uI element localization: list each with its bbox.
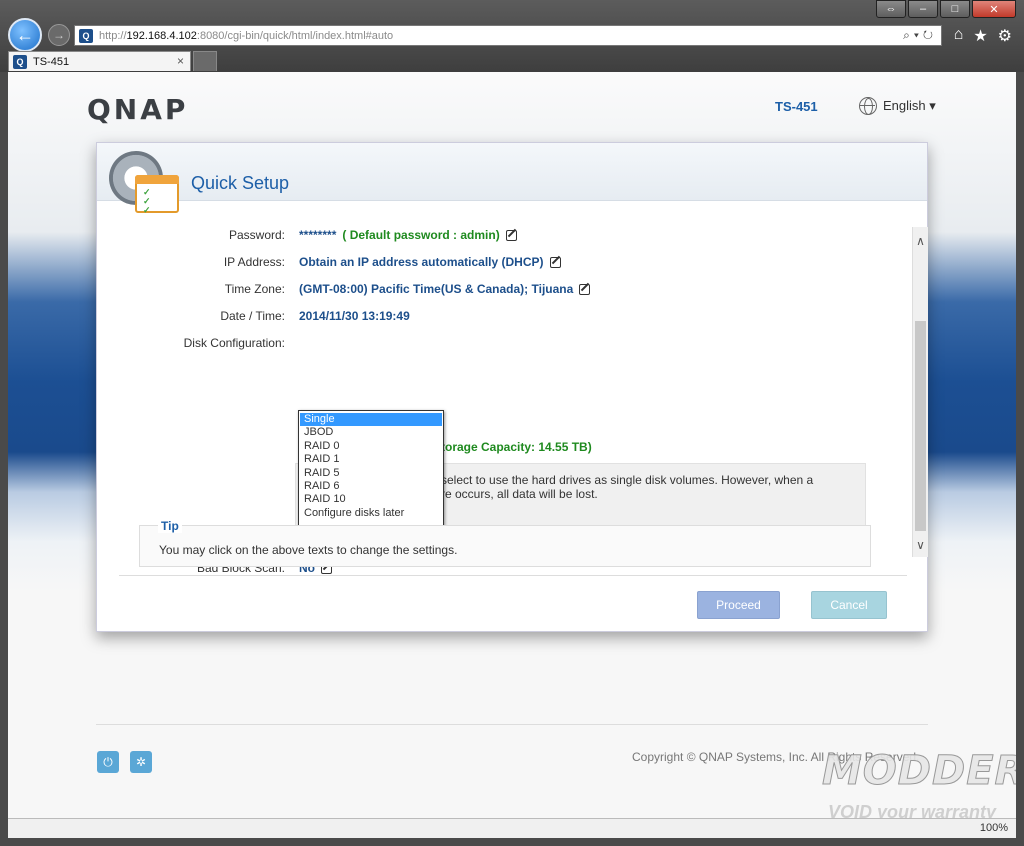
time-zone-row: Time Zone: (GMT-08:00) Pacific Time(US &… [97,279,912,299]
new-tab-button[interactable] [193,51,217,71]
date-time-row: Date / Time: 2014/11/30 13:19:49 [97,306,912,326]
time-zone-label: Time Zone: [224,282,285,296]
disk-option-raid-0[interactable]: RAID 0 [300,440,442,453]
zoom-level[interactable]: 100% [980,822,1008,834]
password-masked[interactable]: ******** [299,228,336,242]
proceed-button[interactable]: Proceed [697,591,780,619]
ip-address-label: IP Address: [223,255,285,269]
browser-toolbar-icons: ⌂ ★ ⚙ [954,26,1012,46]
watermark-logo: MODDERS [821,748,1016,795]
tab-favicon-icon: Q [13,54,27,69]
browser-chrome: ⇔ – □ ✕ ← → Q http://192.168.4.102:8080/… [0,0,1024,72]
password-row: Password: ******** ( Default password : … [97,225,912,245]
edit-icon[interactable] [549,256,561,268]
url-scheme: http:// [99,29,127,42]
footer-divider [96,724,928,725]
browser-status-bar: 100% [8,818,1016,838]
quick-setup-dialog: ✓ ✓ ✓ Quick Setup Password: ******** ( D… [96,142,928,632]
disk-option-raid-10[interactable]: RAID 10 [300,493,442,506]
disk-option-raid-1[interactable]: RAID 1 [300,453,442,466]
address-bar[interactable]: Q http://192.168.4.102:8080/cgi-bin/quic… [74,25,942,46]
scrollbar-thumb[interactable] [915,321,926,531]
window-controls: ⇔ – □ ✕ [876,0,1016,18]
url-text: http://192.168.4.102:8080/cgi-bin/quick/… [99,30,393,42]
url-rest: :8080/cgi-bin/quick/html/index.html#auto [196,29,394,42]
cancel-button[interactable]: Cancel [811,591,887,619]
disk-configuration-label: Disk Configuration: [183,336,285,350]
disk-option-jbod[interactable]: JBOD [300,426,442,439]
language-selector[interactable]: English ▾ [859,97,936,115]
favorites-star-icon[interactable]: ★ [973,26,987,46]
tab-title: TS-451 [33,55,70,68]
ip-address-value[interactable]: Obtain an IP address automatically (DHCP… [299,255,561,269]
minimize-button[interactable]: – [908,0,938,18]
disk-option-configure-later[interactable]: Configure disks later [300,507,442,520]
scroll-up-icon[interactable]: ∧ [913,231,928,251]
forward-button[interactable]: → [48,24,70,46]
dialog-header: ✓ ✓ ✓ Quick Setup [97,143,927,215]
default-password-note: ( Default password : admin) [342,228,500,242]
disk-option-raid-5[interactable]: RAID 5 [300,467,442,480]
scroll-down-icon[interactable]: ∨ [913,535,928,555]
storage-capacity-text: torage Capacity: 14.55 TB) [441,440,592,454]
watermark-tagline: VOID your warranty [828,802,997,818]
tip-title: Tip [158,519,182,533]
url-host: 192.168.4.102 [126,29,197,42]
nas-model: TS-451 [775,99,818,114]
back-button[interactable]: ← [8,18,42,52]
checklist-clipboard-icon: ✓ ✓ ✓ [135,175,179,215]
ip-address-row: IP Address: Obtain an IP address automat… [97,252,912,272]
password-value[interactable]: ******** ( Default password : admin) [299,228,517,242]
home-icon[interactable]: ⌂ [954,26,964,46]
dialog-divider [119,575,907,576]
language-label: English ▾ [883,98,936,113]
settings-panel: Password: ******** ( Default password : … [97,225,912,575]
disk-option-raid-6[interactable]: RAID 6 [300,480,442,493]
disk-configuration-dropdown[interactable]: Single JBOD RAID 0 RAID 1 RAID 5 RAID 6 … [298,410,444,527]
disk-info-line-1: select to use the hard drives as single … [441,473,814,487]
tab-close-icon[interactable]: × [177,54,184,68]
ip-address-text[interactable]: Obtain an IP address automatically (DHCP… [299,255,544,269]
maximize-button[interactable]: □ [940,0,970,18]
disk-option-single[interactable]: Single [300,413,442,427]
qnap-logo: QNAP [87,93,189,126]
search-refresh-icons[interactable]: ⌕▾↻ [903,28,937,43]
dialog-scrollbar[interactable]: ∧ ∨ [912,227,928,557]
date-time-value[interactable]: 2014/11/30 13:19:49 [299,309,410,323]
globe-icon [859,97,877,115]
check-icon: ✓ [143,205,151,215]
settings-icon[interactable]: ✲ [130,751,152,773]
disk-info-line-2: re occurs, all data will be lost. [441,487,598,501]
password-label: Password: [228,228,285,242]
tip-text: You may click on the above texts to chan… [159,543,458,557]
dialog-title: Quick Setup [191,173,290,193]
disk-configuration-row: Disk Configuration: [97,333,912,353]
page-viewport: QNAP TS-451 English ▾ ✓ ✓ ✓ Quick Setup … [8,72,1016,818]
close-window-button[interactable]: ✕ [972,0,1016,18]
restore-size-icon[interactable]: ⇔ [876,0,906,18]
tools-gear-icon[interactable]: ⚙ [998,26,1012,46]
qnap-favicon-icon: Q [79,28,93,43]
browser-tab[interactable]: Q TS-451 × [8,51,191,71]
time-zone-value[interactable]: (GMT-08:00) Pacific Time(US & Canada); T… [299,282,591,296]
time-zone-text[interactable]: (GMT-08:00) Pacific Time(US & Canada); T… [299,282,573,296]
edit-icon[interactable] [505,229,517,241]
date-time-label: Date / Time: [220,309,285,323]
power-icon[interactable]: ⏻ [97,751,119,773]
tip-box: Tip You may click on the above texts to … [139,519,871,567]
edit-icon[interactable] [579,283,591,295]
